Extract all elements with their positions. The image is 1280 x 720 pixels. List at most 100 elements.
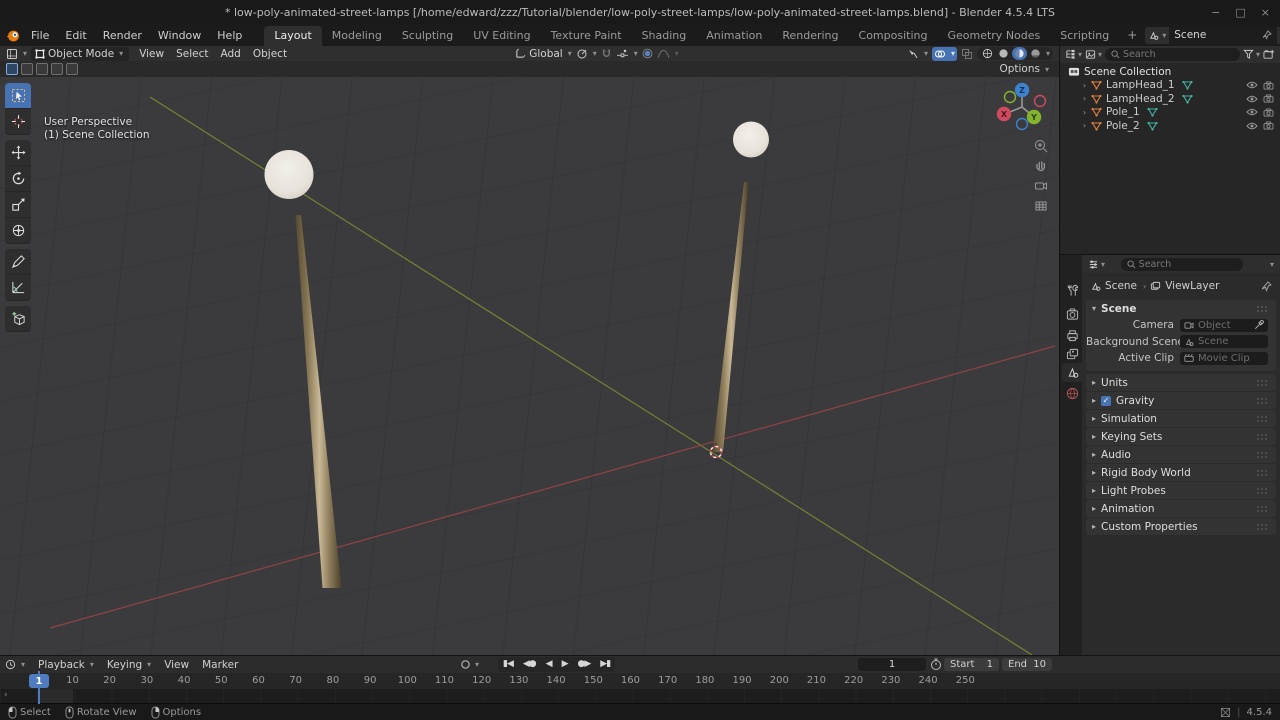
snap-target-dropdown[interactable]: ▾	[576, 48, 597, 60]
timeline-menu-marker[interactable]: Marker	[202, 659, 238, 671]
preview-range-icon[interactable]	[930, 658, 942, 671]
timeline-menu-playback[interactable]: Playback ▾	[38, 659, 94, 671]
hide-in-viewport-icon[interactable]	[1246, 108, 1258, 116]
disable-in-renders-icon[interactable]	[1263, 94, 1274, 103]
camera-field[interactable]: Object	[1180, 319, 1268, 332]
eyedropper-icon[interactable]	[1254, 320, 1264, 330]
expand-icon[interactable]: ›	[1080, 108, 1089, 117]
frame-end-field[interactable]: End10	[1002, 658, 1052, 671]
tool-annotate-button[interactable]	[5, 249, 31, 275]
properties-tab-output[interactable]	[1062, 326, 1082, 345]
select-mode-subtract-button[interactable]	[36, 63, 48, 75]
scene-name-field[interactable]: Scene	[1169, 27, 1277, 44]
panel-light-probes[interactable]: ▸Light Probes	[1086, 482, 1276, 499]
workspace-tab-geometry-nodes[interactable]: Geometry Nodes	[937, 26, 1050, 46]
properties-tab-view-layer[interactable]	[1062, 345, 1082, 364]
street-lamp-left[interactable]	[265, 150, 342, 588]
snap-magnet-toggle[interactable]	[601, 48, 612, 59]
blender-logo-icon[interactable]	[6, 28, 21, 43]
panel-keying-sets[interactable]: ▸Keying Sets	[1086, 428, 1276, 445]
viewport-menu-view[interactable]: View	[139, 48, 164, 60]
proportional-size-dropdown[interactable]: ▾	[616, 48, 638, 59]
outliner-row-pole-1[interactable]: ›Pole_1	[1060, 106, 1280, 120]
camera-view-icon[interactable]	[1036, 183, 1047, 189]
auto-keying-toggle[interactable]	[460, 659, 471, 670]
shading-solid-button[interactable]	[996, 47, 1011, 60]
tool-move-button[interactable]	[5, 140, 31, 166]
select-mode-set-button[interactable]	[6, 63, 18, 75]
gravity-checkbox[interactable]: ✓	[1101, 396, 1111, 406]
proportional-falloff-dropdown[interactable]: ▾	[657, 49, 679, 59]
background-scene-field[interactable]: Scene	[1180, 335, 1268, 348]
close-button[interactable]: ×	[1261, 6, 1270, 19]
outliner-row-lamphead-1[interactable]: ›LampHead_1	[1060, 79, 1280, 93]
timeline-ruler[interactable]: 1 10203040506070809010011012013014015016…	[0, 673, 1280, 689]
properties-tab-world[interactable]	[1062, 384, 1082, 403]
shading-material-preview-button[interactable]	[1012, 47, 1027, 60]
outliner-filter-button[interactable]: ▾	[1243, 49, 1260, 60]
panel-rigid-body-world[interactable]: ▸Rigid Body World	[1086, 464, 1276, 481]
tool-rotate-button[interactable]	[5, 166, 31, 192]
disable-in-renders-icon[interactable]	[1263, 108, 1274, 117]
browse-scene-button[interactable]: ▾	[1145, 27, 1169, 44]
active-clip-field[interactable]: Movie Clip	[1180, 352, 1268, 365]
workspace-tab-uv-editing[interactable]: UV Editing	[463, 26, 540, 46]
timeline-menu-view[interactable]: View	[164, 659, 189, 671]
menu-file[interactable]: File	[23, 27, 57, 44]
menu-edit[interactable]: Edit	[57, 27, 94, 44]
properties-editor-type-button[interactable]: ▾	[1088, 259, 1105, 270]
tool-scale-button[interactable]	[5, 192, 31, 218]
shading-wireframe-button[interactable]	[980, 47, 995, 60]
keying-dropdown-caret[interactable]: ▾	[475, 660, 479, 669]
tool-add-cube-button[interactable]	[5, 306, 31, 332]
jump-to-end-button[interactable]: ▶▮	[595, 657, 615, 672]
viewport-menu-object[interactable]: Object	[253, 48, 287, 60]
workspace-tab-layout[interactable]: Layout	[264, 26, 321, 46]
workspace-tab-animation[interactable]: Animation	[696, 26, 772, 46]
menu-render[interactable]: Render	[95, 27, 150, 44]
menu-window[interactable]: Window	[150, 27, 209, 44]
hide-in-viewport-icon[interactable]	[1246, 122, 1258, 130]
zoom-view-icon[interactable]	[1036, 141, 1048, 153]
outliner-editor-type-button[interactable]: ▾	[1065, 49, 1082, 60]
play-button[interactable]: ▶	[557, 657, 573, 672]
breadcrumb-view-layer[interactable]: ViewLayer	[1165, 280, 1219, 292]
workspace-tab-compositing[interactable]: Compositing	[849, 26, 938, 46]
properties-search-input[interactable]: Search	[1121, 258, 1243, 271]
new-collection-button[interactable]	[1263, 49, 1275, 60]
frame-start-field[interactable]: Start1	[944, 658, 999, 671]
transform-orientation-dropdown[interactable]: Global▾	[515, 48, 572, 60]
workspace-tab-modeling[interactable]: Modeling	[322, 26, 392, 46]
hide-in-viewport-icon[interactable]	[1246, 81, 1258, 89]
scene-panel-header[interactable]: ▾ Scene	[1086, 300, 1276, 317]
viewport-canvas[interactable]: Z X Y	[0, 77, 1059, 655]
breadcrumb-scene[interactable]: Scene	[1105, 280, 1137, 292]
workspace-tab-shading[interactable]: Shading	[632, 26, 697, 46]
add-workspace-button[interactable]: +	[1119, 28, 1145, 42]
disable-in-renders-icon[interactable]	[1263, 81, 1274, 90]
play-reverse-button[interactable]: ◀	[541, 657, 557, 672]
orthographic-toggle-icon[interactable]	[1036, 202, 1046, 210]
menu-help[interactable]: Help	[209, 27, 250, 44]
select-mode-invert-button[interactable]	[51, 63, 63, 75]
viewport-menu-add[interactable]: Add	[221, 48, 241, 60]
show-gizmo-dropdown[interactable]: ▾	[907, 48, 928, 60]
tool-transform-button[interactable]	[5, 218, 31, 244]
outliner-display-mode-button[interactable]: ▾	[1085, 49, 1102, 60]
channels-expand-icon[interactable]: ›	[4, 690, 8, 700]
workspace-tab-texture-paint[interactable]: Texture Paint	[541, 26, 632, 46]
panel-custom-properties[interactable]: ▸Custom Properties	[1086, 518, 1276, 535]
expand-icon[interactable]: ›	[1080, 121, 1089, 130]
previous-keyframe-button[interactable]: ◀●	[518, 657, 541, 672]
properties-tab-render[interactable]	[1062, 305, 1082, 324]
next-keyframe-button[interactable]: ●▶	[573, 657, 596, 672]
gizmo-neg-x[interactable]	[1035, 96, 1046, 107]
show-overlays-dropdown[interactable]: ▾	[932, 47, 957, 61]
properties-options-dropdown[interactable]: ▾	[1270, 260, 1274, 269]
current-frame-field[interactable]: 1	[858, 658, 926, 671]
pin-scene-icon[interactable]	[1262, 30, 1272, 40]
properties-tab-scene[interactable]	[1062, 363, 1082, 382]
workspace-tab-rendering[interactable]: Rendering	[772, 26, 848, 46]
maximize-button[interactable]: □	[1235, 6, 1245, 19]
viewport-menu-select[interactable]: Select	[176, 48, 208, 60]
